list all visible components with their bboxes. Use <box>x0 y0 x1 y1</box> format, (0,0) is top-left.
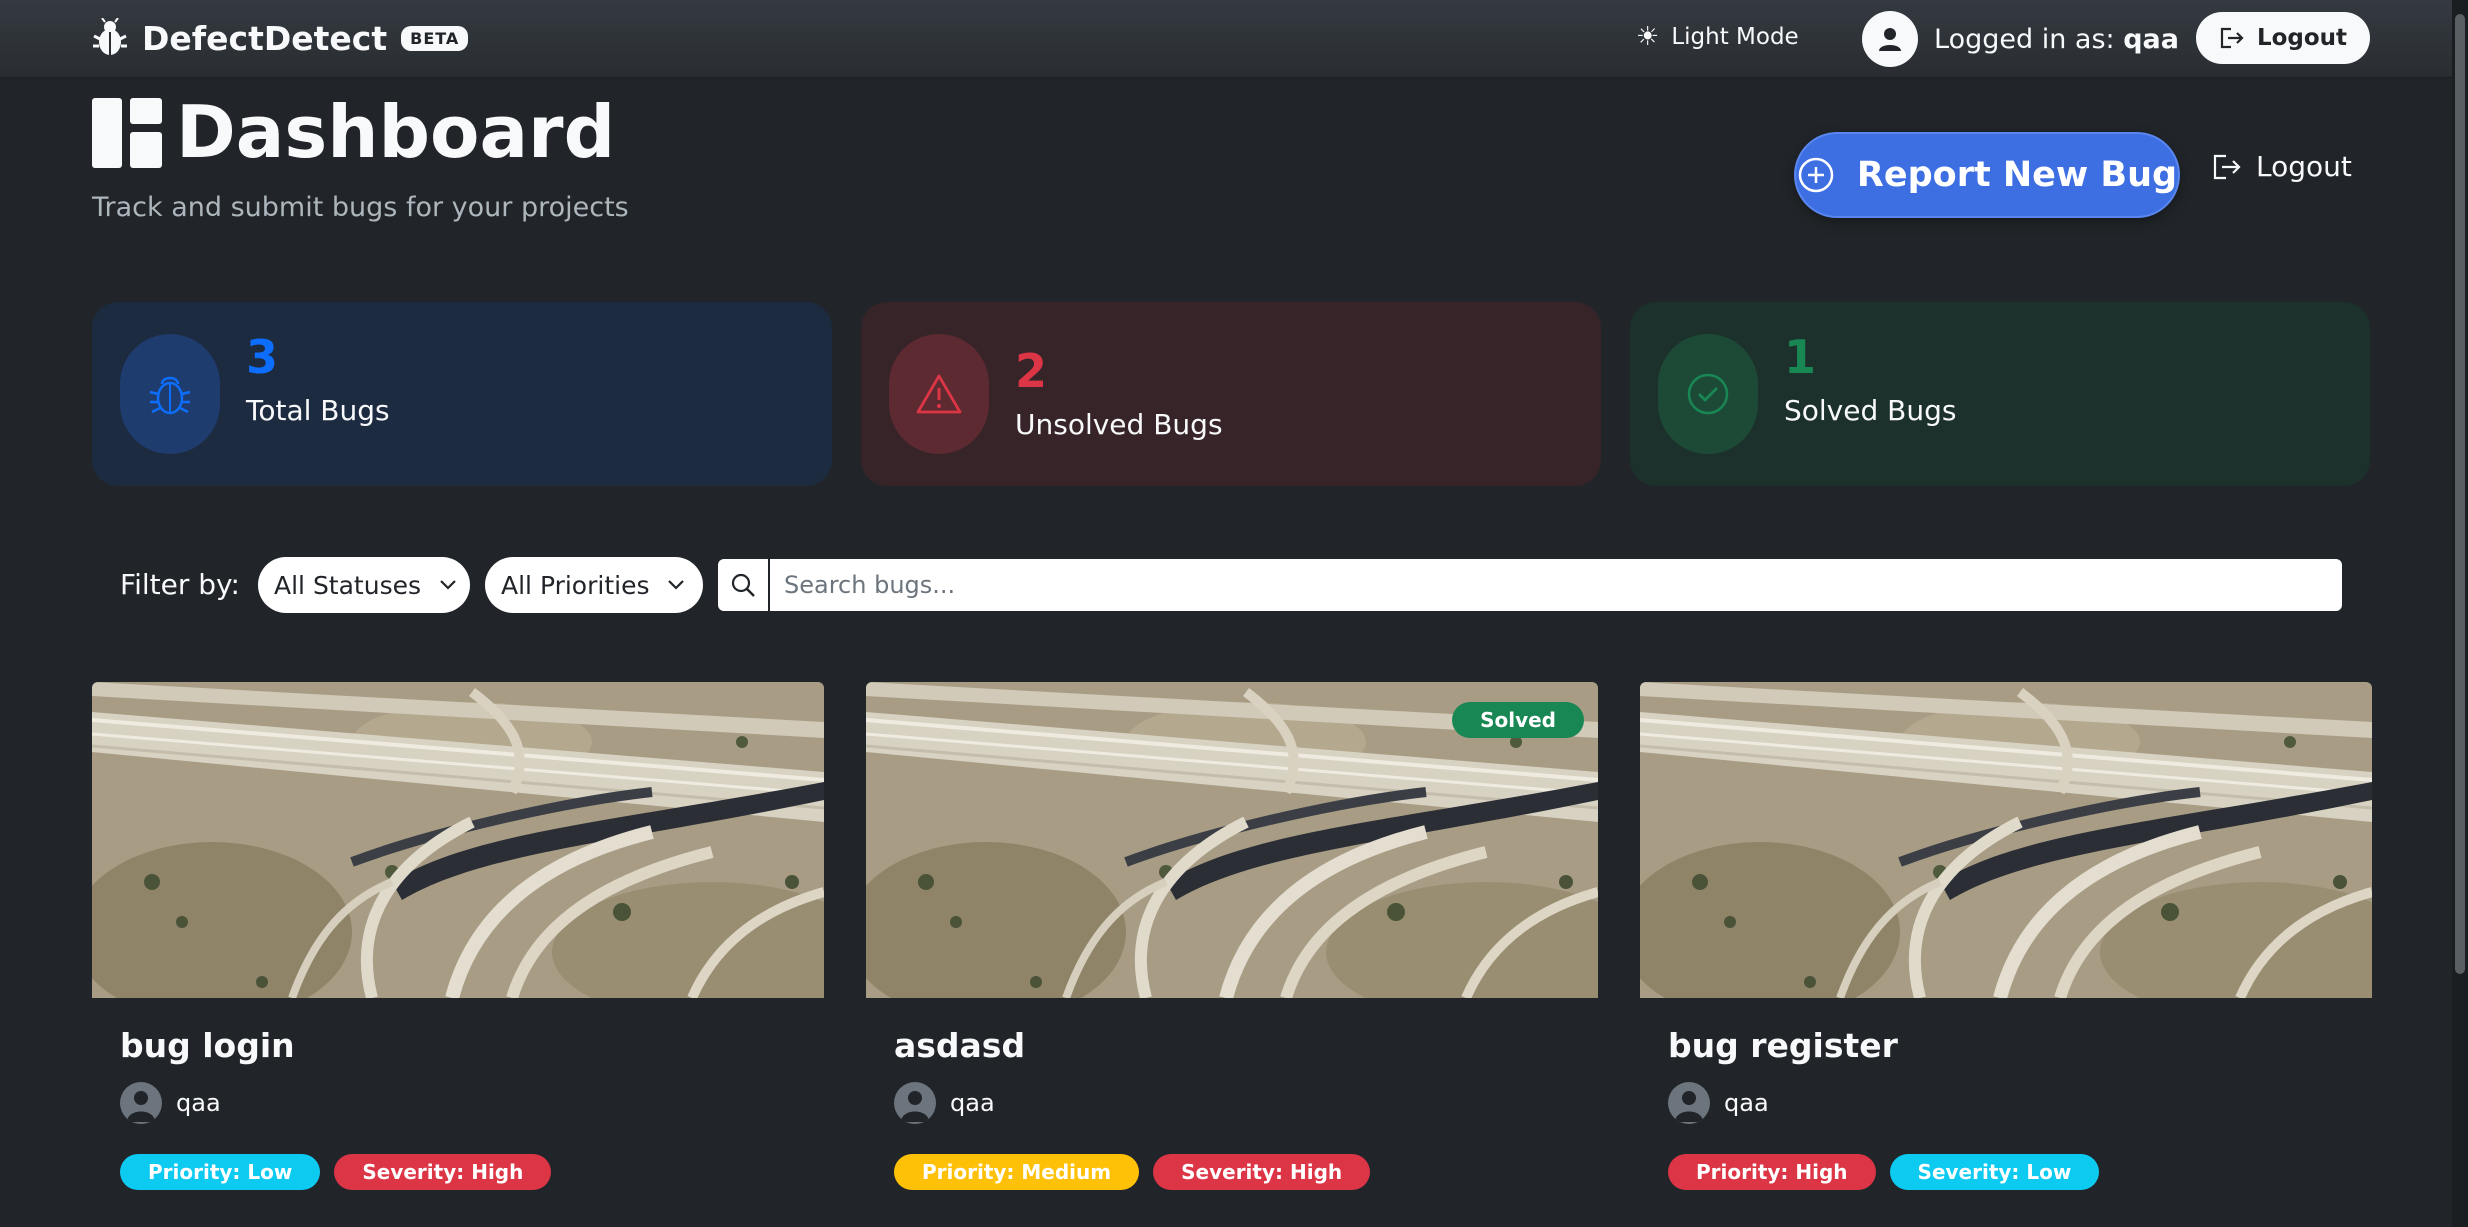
stat-card-unsolved: 2 Unsolved Bugs <box>861 302 1601 486</box>
report-new-bug-label: Report New Bug <box>1856 155 2178 195</box>
severity-badge: Severity: High <box>1153 1154 1371 1190</box>
page: DefectDetect BETA ☀ Light Mode Logged in… <box>0 0 2468 1227</box>
priority-filter-select[interactable]: All Priorities <box>485 557 703 613</box>
username: qaa <box>2123 23 2179 55</box>
severity-badge: Severity: High <box>334 1154 552 1190</box>
bug-screenshot-image <box>1640 682 2372 998</box>
reporter-name: qaa <box>1724 1089 1769 1117</box>
warning-icon <box>889 334 989 454</box>
solved-bugs-label: Solved Bugs <box>1784 394 1957 427</box>
bug-title[interactable]: bug register <box>1668 1026 1898 1065</box>
solved-bugs-value: 1 <box>1784 330 1817 384</box>
reporter-avatar-icon <box>1668 1082 1710 1124</box>
check-circle-icon <box>1658 334 1758 454</box>
priority-badge: Priority: Medium <box>894 1154 1140 1190</box>
bug-card[interactable]: bug register qaa Priority: High Severity… <box>1640 682 2372 1227</box>
bug-icon <box>120 334 220 454</box>
user-avatar-icon <box>1862 11 1918 67</box>
logout-icon <box>2220 27 2244 49</box>
bug-reporter: qaa <box>1668 1082 1769 1124</box>
logged-in-prefix: Logged in as: <box>1934 23 2115 55</box>
bug-badges: Priority: High Severity: Low <box>1668 1154 2100 1190</box>
sun-icon: ☀ <box>1636 22 1660 52</box>
total-bugs-value: 3 <box>246 330 279 384</box>
reporter-avatar-icon <box>894 1082 936 1124</box>
dashboard-icon <box>92 98 162 168</box>
bug-title[interactable]: bug login <box>120 1026 295 1065</box>
light-mode-label: Light Mode <box>1671 24 1799 50</box>
chevron-down-icon <box>668 580 685 590</box>
reporter-name: qaa <box>950 1089 995 1117</box>
stat-card-total: 3 Total Bugs <box>92 302 832 486</box>
bug-badges: Priority: Medium Severity: High <box>894 1154 1371 1190</box>
solved-status-badge: Solved <box>1452 702 1584 738</box>
reporter-avatar-icon <box>120 1082 162 1124</box>
report-new-bug-button[interactable]: Report New Bug <box>1794 132 2180 218</box>
bug-screenshot-image <box>92 682 824 998</box>
light-mode-toggle[interactable]: ☀ Light Mode <box>1636 22 1799 52</box>
stat-card-solved: 1 Solved Bugs <box>1630 302 2370 486</box>
bug-reporter: qaa <box>894 1082 995 1124</box>
header-logout-label: Logout <box>2256 150 2352 183</box>
total-bugs-label: Total Bugs <box>246 394 390 427</box>
search-group <box>716 557 2344 613</box>
reporter-name: qaa <box>176 1089 221 1117</box>
priority-filter-value: All Priorities <box>501 570 650 600</box>
search-input[interactable] <box>770 560 2342 610</box>
search-icon <box>718 559 770 611</box>
page-scrollbar[interactable] <box>2452 0 2468 1227</box>
bug-reporter: qaa <box>120 1082 221 1124</box>
logout-icon <box>2213 154 2241 179</box>
bug-badges: Priority: Low Severity: High <box>120 1154 552 1190</box>
chevron-down-icon <box>440 580 456 590</box>
scrollbar-thumb[interactable] <box>2455 14 2465 974</box>
bug-logo-icon <box>93 18 127 55</box>
filter-label: Filter by: <box>120 568 240 601</box>
severity-badge: Severity: Low <box>1889 1154 2100 1190</box>
plus-circle-icon <box>1798 157 1834 193</box>
bug-card[interactable]: bug login qaa Priority: Low Severity: Hi… <box>92 682 824 1227</box>
navbar-logout-label: Logout <box>2256 25 2348 51</box>
priority-badge: Priority: Low <box>120 1154 321 1190</box>
logged-in-text: Logged in as: qaa <box>1934 24 2179 55</box>
bug-title[interactable]: asdasd <box>894 1026 1025 1065</box>
unsolved-bugs-label: Unsolved Bugs <box>1015 408 1223 441</box>
navbar: DefectDetect BETA ☀ Light Mode Logged in… <box>0 0 2468 78</box>
unsolved-bugs-value: 2 <box>1015 344 1048 398</box>
navbar-logout-button[interactable]: Logout <box>2196 12 2370 64</box>
page-subtitle: Track and submit bugs for your projects <box>92 192 629 223</box>
brand-name: DefectDetect <box>142 18 388 58</box>
priority-badge: Priority: High <box>1668 1154 1876 1190</box>
page-title: Dashboard <box>176 90 616 174</box>
status-filter-select[interactable]: All Statuses <box>258 557 470 613</box>
brand[interactable]: DefectDetect BETA <box>92 18 469 58</box>
beta-badge: BETA <box>401 25 469 51</box>
status-filter-value: All Statuses <box>274 570 422 600</box>
header-logout-button[interactable]: Logout <box>2212 150 2352 183</box>
bug-card[interactable]: Solved asdasd qaa Priority: Medium Sever… <box>866 682 1598 1227</box>
user-info: Logged in as: qaa <box>1862 11 2179 67</box>
